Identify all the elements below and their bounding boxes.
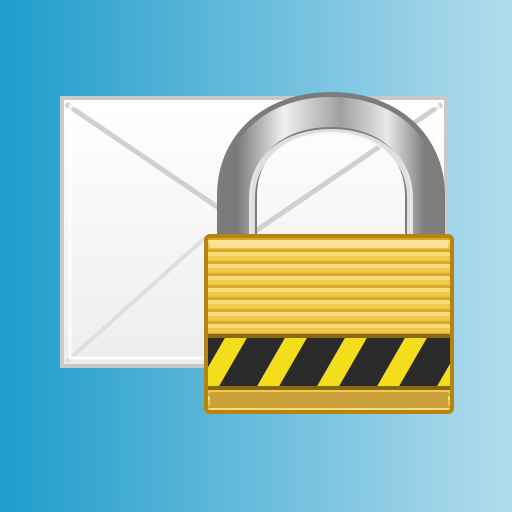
email-lock-icon — [0, 0, 512, 512]
hazard-stripe — [208, 336, 450, 388]
app-icon-canvas — [0, 0, 512, 512]
